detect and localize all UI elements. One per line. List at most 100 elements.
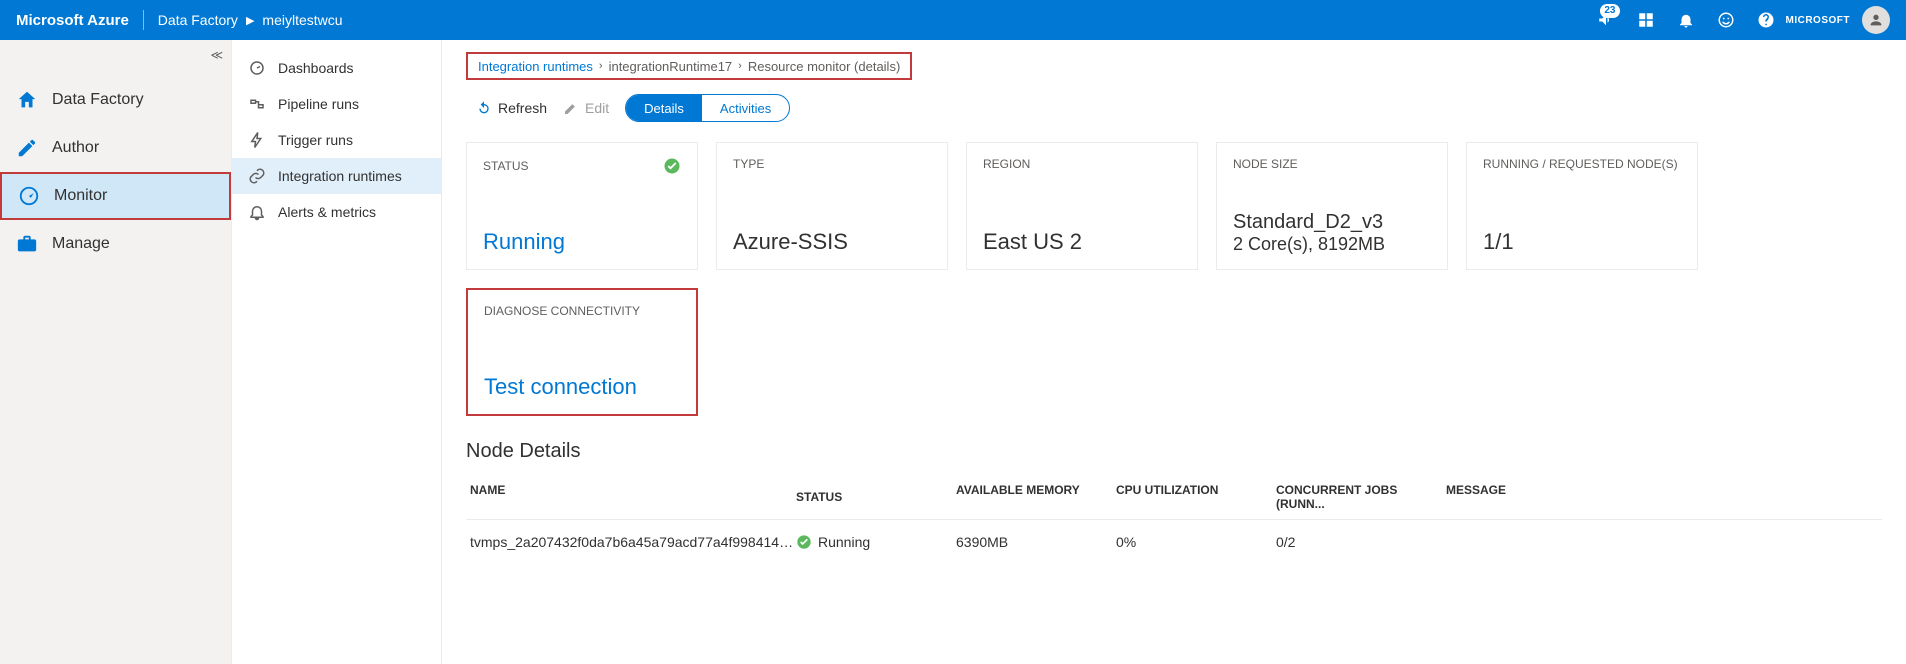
instance-name[interactable]: meiyltestwcu — [262, 12, 342, 28]
primary-nav: ≪ Data Factory Author Monitor Manage — [0, 40, 232, 664]
bell-icon — [1677, 11, 1695, 29]
notification-badge: 23 — [1600, 4, 1619, 18]
cell-memory: 6390MB — [956, 534, 1116, 550]
help-button[interactable] — [1746, 0, 1786, 40]
cell-cpu: 0% — [1116, 534, 1276, 550]
refresh-icon — [476, 100, 492, 116]
node-details-title: Node Details — [466, 440, 1882, 463]
header-divider — [143, 10, 144, 30]
nav-author[interactable]: Author — [0, 124, 231, 172]
question-icon — [1757, 11, 1775, 29]
col-mem-header[interactable]: AVAILABLE MEMORY — [956, 483, 1116, 511]
status-value[interactable]: Running — [483, 229, 681, 255]
nav-manage[interactable]: Manage — [0, 220, 231, 268]
nav-label: Data Factory — [52, 91, 144, 109]
nav2-integration-runtimes[interactable]: Integration runtimes — [232, 158, 441, 194]
nav-label: Author — [52, 139, 99, 157]
nav-label: Manage — [52, 235, 110, 253]
region-value: East US 2 — [983, 229, 1181, 255]
toolbar: Refresh Edit Details Activities — [466, 90, 1882, 126]
person-icon — [1868, 12, 1884, 28]
nav2-pipeline-runs[interactable]: Pipeline runs — [232, 86, 441, 122]
notifications-megaphone-button[interactable]: 23 — [1586, 0, 1626, 40]
check-circle-icon — [796, 534, 812, 550]
gauge-icon — [18, 185, 40, 207]
nav-data-factory[interactable]: Data Factory — [0, 76, 231, 124]
card-status: STATUS Running — [466, 142, 698, 270]
breadcrumb-root[interactable]: Integration runtimes — [478, 59, 593, 74]
card-diagnose-connectivity: DIAGNOSE CONNECTIVITY Test connection — [466, 288, 698, 416]
breadcrumb-runtime[interactable]: integrationRuntime17 — [609, 59, 733, 74]
directory-button[interactable] — [1626, 0, 1666, 40]
tab-activities[interactable]: Activities — [702, 95, 789, 121]
tab-details[interactable]: Details — [626, 95, 702, 121]
home-icon — [16, 89, 38, 111]
chevron-right-icon: › — [738, 60, 742, 72]
card-node-size: NODE SIZE Standard_D2_v3 2 Core(s), 8192… — [1216, 142, 1448, 270]
toolbox-icon — [16, 233, 38, 255]
feedback-button[interactable] — [1706, 0, 1746, 40]
breadcrumb: Integration runtimes › integrationRuntim… — [466, 52, 912, 80]
card-type: TYPE Azure-SSIS — [716, 142, 948, 270]
col-msg-header[interactable]: MESSAGE — [1446, 483, 1882, 511]
cell-jobs: 0/2 — [1276, 534, 1446, 550]
col-name-header[interactable]: NAME — [466, 483, 796, 511]
summary-cards: STATUS Running TYPE Azure-SSIS REGION Ea… — [466, 142, 1882, 416]
grid-icon — [1637, 11, 1655, 29]
main-content: Integration runtimes › integrationRuntim… — [442, 40, 1906, 664]
secondary-nav: Dashboards Pipeline runs Trigger runs In… — [232, 40, 442, 664]
nodes-value: 1/1 — [1483, 229, 1681, 255]
nav-monitor[interactable]: Monitor — [0, 172, 231, 220]
node-table-header: NAME STATUS AVAILABLE MEMORY CPU UTILIZA… — [466, 483, 1882, 520]
col-status-header[interactable]: STATUS — [796, 483, 956, 511]
card-label: TYPE — [733, 157, 931, 171]
top-bar: Microsoft Azure Data Factory ▶ meiyltest… — [0, 0, 1906, 40]
nav2-trigger-runs[interactable]: Trigger runs — [232, 122, 441, 158]
refresh-button[interactable]: Refresh — [476, 100, 547, 116]
trigger-icon — [248, 131, 266, 149]
user-avatar[interactable] — [1862, 6, 1890, 34]
pencil-small-icon — [563, 100, 579, 116]
card-label: STATUS — [483, 159, 529, 173]
edit-button: Edit — [563, 100, 609, 116]
card-region: REGION East US 2 — [966, 142, 1198, 270]
nav2-dashboards[interactable]: Dashboards — [232, 50, 441, 86]
card-label: NODE SIZE — [1233, 157, 1431, 171]
test-connection-link[interactable]: Test connection — [484, 374, 680, 400]
col-jobs-header[interactable]: CONCURRENT JOBS (RUNN... — [1276, 483, 1446, 511]
chevron-right-icon: ▶ — [246, 14, 254, 27]
pipeline-icon — [248, 95, 266, 113]
nav2-label: Integration runtimes — [278, 168, 402, 184]
type-value: Azure-SSIS — [733, 229, 931, 255]
alerts-button[interactable] — [1666, 0, 1706, 40]
card-label: RUNNING / REQUESTED NODE(S) — [1483, 157, 1681, 171]
table-row[interactable]: tvmps_2a207432f0da7b6a45a79acd77a4f99841… — [466, 520, 1882, 564]
nav-label: Monitor — [54, 187, 107, 205]
view-tabs: Details Activities — [625, 94, 790, 122]
nodesize-value: Standard_D2_v3 — [1233, 211, 1431, 234]
pencil-icon — [16, 137, 38, 159]
bell-outline-icon — [248, 203, 266, 221]
smiley-icon — [1717, 11, 1735, 29]
cell-name: tvmps_2a207432f0da7b6a45a79acd77a4f99841… — [466, 534, 796, 550]
breadcrumb-page: Resource monitor (details) — [748, 59, 900, 74]
card-running-nodes: RUNNING / REQUESTED NODE(S) 1/1 — [1466, 142, 1698, 270]
card-label: REGION — [983, 157, 1181, 171]
col-cpu-header[interactable]: CPU UTILIZATION — [1116, 483, 1276, 511]
nodesize-sub: 2 Core(s), 8192MB — [1233, 234, 1431, 255]
collapse-nav-icon[interactable]: ≪ — [210, 48, 223, 62]
card-label: DIAGNOSE CONNECTIVITY — [484, 304, 680, 318]
service-name[interactable]: Data Factory — [158, 12, 238, 28]
dashboard-icon — [248, 59, 266, 77]
nav2-alerts-metrics[interactable]: Alerts & metrics — [232, 194, 441, 230]
nav2-label: Trigger runs — [278, 132, 353, 148]
tenant-label: MICROSOFT — [1786, 15, 1851, 26]
chevron-right-icon: › — [599, 60, 603, 72]
link-icon — [248, 167, 266, 185]
cell-status: Running — [818, 534, 870, 550]
nav2-label: Dashboards — [278, 60, 354, 76]
check-circle-icon — [663, 157, 681, 175]
nav2-label: Pipeline runs — [278, 96, 359, 112]
azure-logo-text: Microsoft Azure — [16, 12, 129, 29]
nav2-label: Alerts & metrics — [278, 204, 376, 220]
